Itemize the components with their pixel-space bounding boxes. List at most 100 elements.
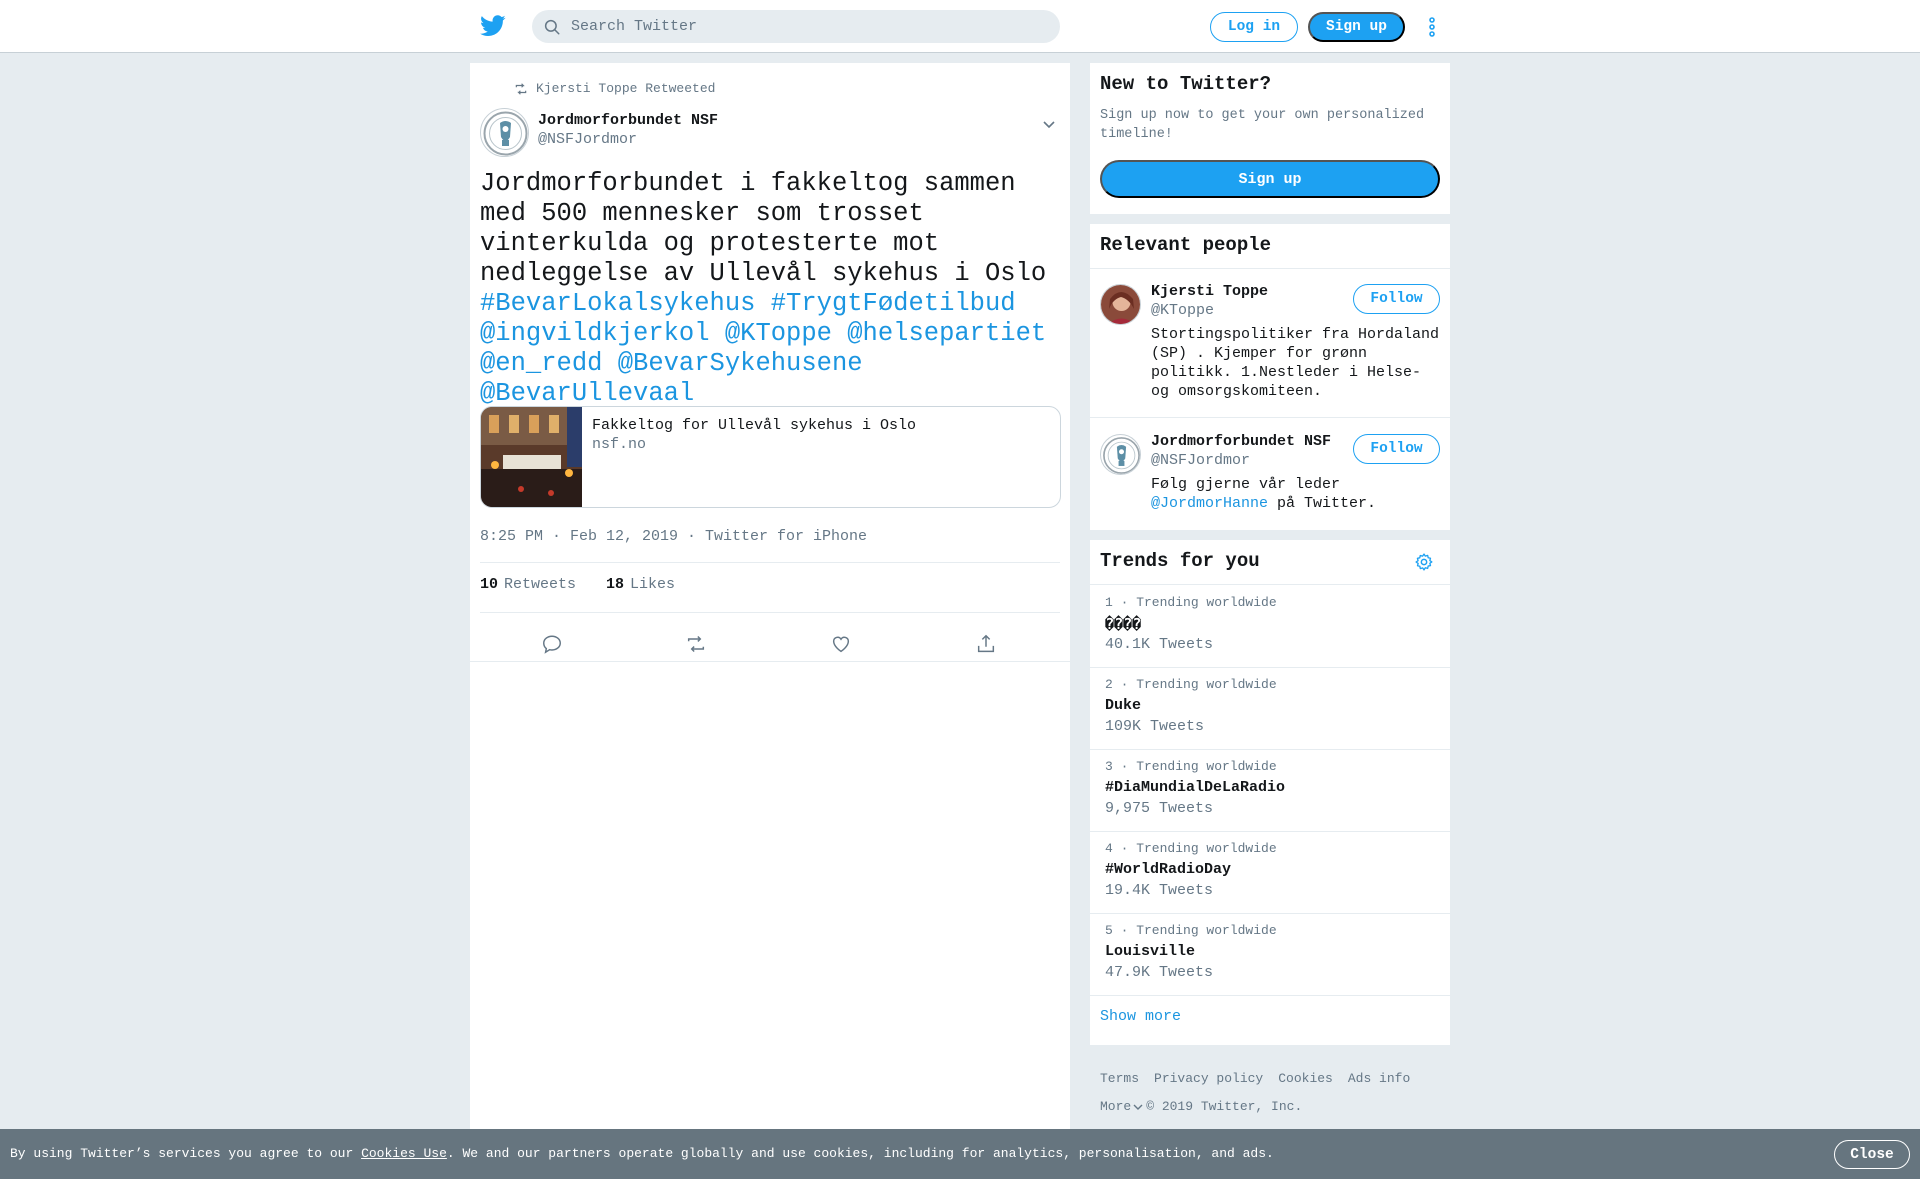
retweets-count: 10 xyxy=(480,576,499,593)
trend-item[interactable]: 5 · Trending worldwide Louisville 47.9K … xyxy=(1090,913,1450,995)
tweet-hashtags-mentions[interactable]: #BevarLokalsykehus #TrygtFødetilbud @ing… xyxy=(480,289,1046,408)
trend-rank: 1 · Trending worldwide xyxy=(1105,595,1277,610)
login-button[interactable]: Log in xyxy=(1210,12,1298,42)
top-navigation-inner: Log in Sign up xyxy=(470,0,1450,53)
trend-item[interactable]: 3 · Trending worldwide #DiaMundialDeLaRa… xyxy=(1090,749,1450,831)
trend-item[interactable]: 1 · Trending worldwide ���� 40.1K Tweets xyxy=(1090,585,1450,667)
reply-icon[interactable] xyxy=(541,633,563,655)
divider xyxy=(1090,417,1450,418)
trend-name: ���� xyxy=(1105,617,1142,634)
cookies-use-link[interactable]: Cookies Use xyxy=(361,1146,447,1161)
sidebar-signup-button[interactable]: Sign up xyxy=(1100,160,1440,198)
trend-item[interactable]: 4 · Trending worldwide #WorldRadioDay 19… xyxy=(1090,831,1450,913)
footer-link-privacy[interactable]: Privacy policy xyxy=(1154,1071,1263,1086)
trend-name: Duke xyxy=(1105,697,1142,714)
module-title: Relevant people xyxy=(1100,234,1272,256)
follow-button[interactable]: Follow xyxy=(1353,434,1440,464)
more-options-icon[interactable] xyxy=(1428,16,1436,38)
card-thumbnail-image xyxy=(481,407,582,507)
module-title: New to Twitter? xyxy=(1100,73,1272,95)
likes-count: 18 xyxy=(606,576,625,593)
trend-rank: 3 · Trending worldwide xyxy=(1105,759,1277,774)
follow-button[interactable]: Follow xyxy=(1353,284,1440,314)
tweet-detail-column: Kjersti Toppe Retweeted Jordmorforbundet… xyxy=(470,63,1070,1179)
search-input[interactable] xyxy=(571,18,1041,35)
tweet-actions xyxy=(470,618,1070,670)
tweet-timestamp[interactable]: 8:25 PM · Feb 12, 2019 · Twitter for iPh… xyxy=(480,528,867,545)
person-handle[interactable]: @KToppe xyxy=(1151,302,1214,319)
divider xyxy=(1090,268,1450,269)
divider xyxy=(480,612,1060,613)
top-navigation-bar: Log in Sign up xyxy=(0,0,1920,53)
card-title: Fakkeltog for Ullevål sykehus i Oslo xyxy=(592,417,917,434)
bio-text: Følg gjerne vår leder xyxy=(1151,476,1341,493)
footer-link-ads-info[interactable]: Ads info xyxy=(1348,1071,1410,1086)
like-heart-icon[interactable] xyxy=(830,633,852,655)
chevron-down-icon[interactable] xyxy=(1042,117,1056,131)
footer-link-cookies[interactable]: Cookies xyxy=(1278,1071,1333,1086)
person-handle[interactable]: @NSFJordmor xyxy=(1151,452,1250,469)
cookie-message: By using Twitter’s services you agree to… xyxy=(10,1146,1274,1161)
footer-more-link[interactable]: More xyxy=(1100,1099,1131,1114)
bio-mention-link[interactable]: @JordmorHanne xyxy=(1151,495,1268,512)
trend-rank: 5 · Trending worldwide xyxy=(1105,923,1277,938)
relevant-people-module: Relevant people Kjersti Toppe @KToppe Fo… xyxy=(1090,224,1450,530)
footer-link-terms[interactable]: Terms xyxy=(1100,1071,1139,1086)
search-box[interactable] xyxy=(532,10,1060,43)
trend-name: #WorldRadioDay xyxy=(1105,861,1232,878)
person-avatar[interactable] xyxy=(1100,434,1141,475)
share-icon[interactable] xyxy=(975,633,997,655)
person-name[interactable]: Jordmorforbundet NSF xyxy=(1151,433,1331,450)
likes-label: Likes xyxy=(630,576,676,593)
module-title: Trends for you xyxy=(1100,550,1260,572)
search-icon xyxy=(544,19,560,34)
retweet-context[interactable]: Kjersti Toppe Retweeted xyxy=(514,81,715,96)
trend-tweet-count: 9,975 Tweets xyxy=(1105,800,1214,817)
trend-name: Louisville xyxy=(1105,943,1196,960)
trend-tweet-count: 109K Tweets xyxy=(1105,718,1205,735)
nsf-logo-icon xyxy=(483,111,528,156)
retweeted-by-label: Kjersti Toppe Retweeted xyxy=(536,81,716,96)
person-avatar[interactable] xyxy=(1100,284,1141,325)
cookie-close-button[interactable]: Close xyxy=(1834,1140,1910,1169)
divider xyxy=(1090,995,1450,996)
show-more-trends-link[interactable]: Show more xyxy=(1100,1008,1181,1025)
divider xyxy=(480,562,1060,563)
author-avatar[interactable] xyxy=(480,108,529,157)
copyright-text: © 2019 Twitter, Inc. xyxy=(1146,1099,1303,1114)
cookie-text: . We and our partners operate globally a… xyxy=(446,1146,1274,1161)
trends-module: Trends for you 1 · Trending worldwide ��… xyxy=(1090,540,1450,1045)
trend-item[interactable]: 2 · Trending worldwide Duke 109K Tweets xyxy=(1090,667,1450,749)
cookie-consent-banner: By using Twitter’s services you agree to… xyxy=(0,1129,1920,1179)
trend-rank: 4 · Trending worldwide xyxy=(1105,841,1277,856)
tweet-text: Jordmorforbundet i fakkeltog sammen med … xyxy=(480,169,1050,409)
footer-secondary: More © 2019 Twitter, Inc. xyxy=(1100,1099,1302,1114)
retweet-icon[interactable] xyxy=(685,633,707,655)
author-handle[interactable]: @NSFJordmor xyxy=(538,131,637,148)
gear-icon[interactable] xyxy=(1414,552,1434,572)
footer-links: Terms Privacy policy Cookies Ads info xyxy=(1100,1071,1425,1086)
likes-stat[interactable]: 18 Likes xyxy=(606,576,675,593)
twitter-bird-icon[interactable] xyxy=(480,14,506,38)
trend-name: #DiaMundialDeLaRadio xyxy=(1105,779,1286,796)
link-preview-card[interactable]: Fakkeltog for Ullevål sykehus i Oslo nsf… xyxy=(480,406,1061,508)
bio-text: på Twitter. xyxy=(1268,495,1377,512)
signup-button[interactable]: Sign up xyxy=(1308,12,1405,42)
nsf-logo-icon xyxy=(1103,437,1140,474)
trend-tweet-count: 19.4K Tweets xyxy=(1105,882,1214,899)
retweets-stat[interactable]: 10 Retweets xyxy=(480,576,576,593)
chevron-down-icon[interactable] xyxy=(1133,1102,1143,1112)
profile-photo-icon xyxy=(1101,285,1140,324)
trend-tweet-count: 47.9K Tweets xyxy=(1105,964,1214,981)
person-bio: Stortingspolitiker fra Hordaland (SP) . … xyxy=(1151,326,1440,400)
retweet-icon xyxy=(515,82,527,95)
person-bio: Følg gjerne vår leder @JordmorHanne på T… xyxy=(1151,475,1446,513)
retweets-label: Retweets xyxy=(504,576,577,593)
person-name[interactable]: Kjersti Toppe xyxy=(1151,283,1268,300)
tweet-text-body: Jordmorforbundet i fakkeltog sammen med … xyxy=(480,169,1047,288)
trend-rank: 2 · Trending worldwide xyxy=(1105,677,1277,692)
author-name[interactable]: Jordmorforbundet NSF xyxy=(538,112,718,129)
tweet-stats: 10 Retweets 18 Likes xyxy=(480,576,705,593)
card-domain: nsf.no xyxy=(592,436,647,453)
signup-prompt-text: Sign up now to get your own personalized… xyxy=(1100,108,1425,142)
